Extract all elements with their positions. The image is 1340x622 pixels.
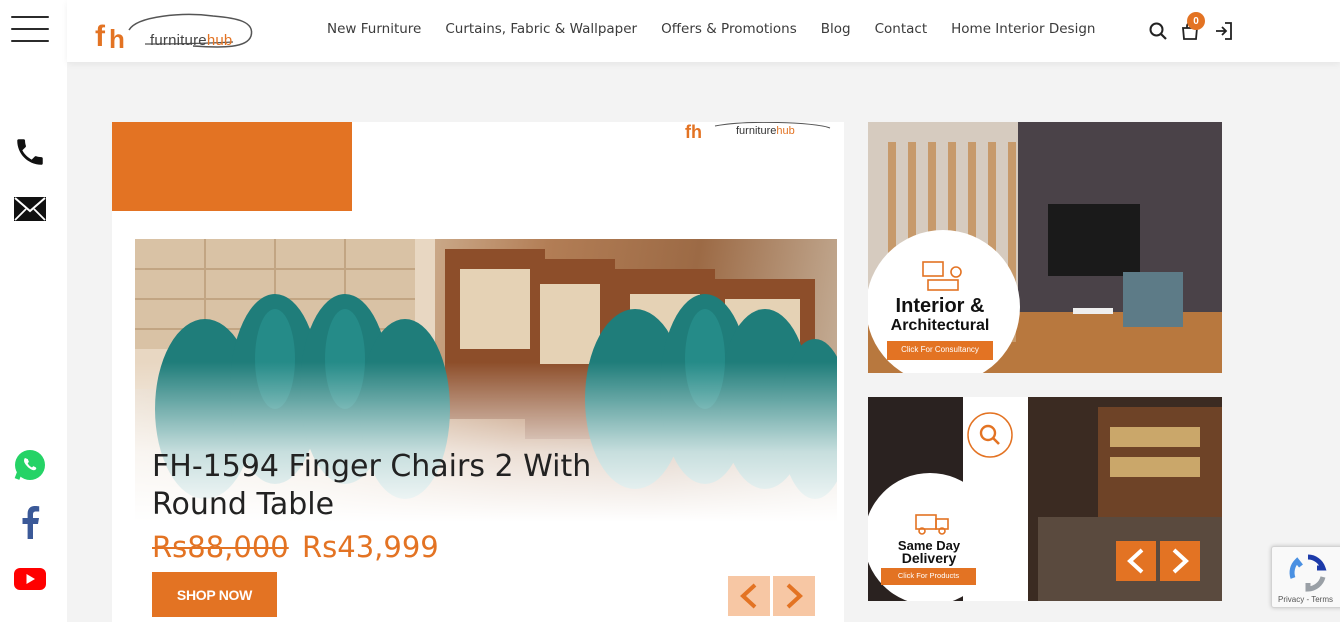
interior-heading: Interior & Architectural [890, 295, 990, 334]
recaptcha-icon [1289, 554, 1327, 592]
search-icon[interactable] [1147, 20, 1169, 42]
nav-offers-promotions[interactable]: Offers & Promotions [661, 21, 797, 37]
nav-new-furniture[interactable]: New Furniture [327, 21, 421, 37]
slider-prev-button[interactable] [728, 576, 770, 616]
youtube-icon[interactable] [12, 561, 48, 597]
chevron-left-icon [1127, 548, 1144, 574]
svg-text:f: f [95, 20, 106, 53]
left-rail [0, 0, 67, 622]
facebook-icon[interactable] [12, 504, 48, 540]
site-logo[interactable]: f h furniturehub [93, 8, 258, 54]
shop-now-button[interactable]: SHOP NOW [152, 572, 277, 617]
chevron-right-icon [786, 583, 803, 609]
login-icon[interactable] [1213, 20, 1235, 42]
nav-curtains-fabric-wallpaper[interactable]: Curtains, Fabric & Wallpaper [445, 21, 637, 37]
recaptcha-badge[interactable]: Privacy - Terms [1271, 546, 1340, 608]
svg-text:h: h [109, 24, 125, 54]
main-nav: New Furniture Curtains, Fabric & Wallpap… [327, 21, 1095, 37]
cart-count-badge: 0 [1187, 12, 1205, 30]
interior-banner[interactable]: Interior & Architectural Click For Consu… [868, 122, 1222, 373]
products-cta[interactable]: Click For Products [881, 571, 976, 580]
consultancy-cta[interactable]: Click For Consultancy [887, 345, 993, 354]
delivery-banner[interactable]: Same Day Delivery Click For Products [868, 397, 1222, 601]
nav-blog[interactable]: Blog [821, 21, 851, 37]
sale-price: Rs43,999 [302, 530, 439, 564]
slide-title[interactable]: FH-1594 Finger Chairs 2 With Round Table [152, 448, 622, 524]
recaptcha-links: Privacy - Terms [1278, 595, 1333, 604]
nav-contact[interactable]: Contact [875, 21, 928, 37]
slider-next-button[interactable] [773, 576, 815, 616]
whatsapp-icon[interactable] [12, 447, 48, 483]
banner-prev-button[interactable] [1116, 541, 1156, 581]
hamburger-menu-icon[interactable] [11, 16, 49, 44]
chevron-left-icon [740, 583, 757, 609]
banner-next-button[interactable] [1160, 541, 1200, 581]
mail-icon[interactable] [12, 191, 48, 227]
logo-wordmark: furniturehub [150, 32, 233, 49]
nav-home-interior-design[interactable]: Home Interior Design [951, 21, 1095, 37]
delivery-heading: Same Day Delivery [897, 538, 961, 566]
phone-icon[interactable] [12, 134, 48, 170]
hero-slider: fh furniturehub [112, 122, 844, 622]
chevron-right-icon [1172, 548, 1189, 574]
site-header: f h furniturehub New Furniture Curtains,… [67, 0, 1340, 62]
original-price: Rs88,000 [152, 530, 289, 564]
